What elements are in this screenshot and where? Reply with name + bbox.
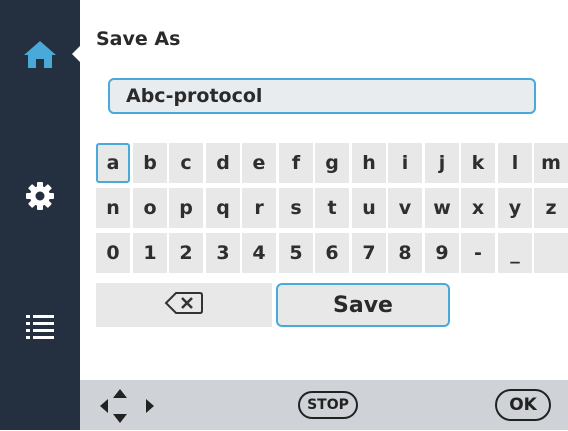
- save-as-panel: Save As Abc-protocol abcdefghijklm nopqrs…: [80, 0, 568, 380]
- stop-button[interactable]: STOP: [298, 391, 358, 419]
- bottom-bar: STOP OK: [80, 380, 568, 430]
- list-icon: [26, 313, 54, 339]
- sidebar-item-list[interactable]: [0, 296, 80, 356]
- key-y[interactable]: y: [498, 188, 532, 228]
- backspace-button[interactable]: [96, 283, 272, 327]
- page-title: Save As: [96, 28, 181, 50]
- filename-field[interactable]: Abc-protocol: [108, 78, 536, 114]
- four-way-arrows-icon[interactable]: [96, 385, 162, 431]
- gear-icon: [25, 181, 55, 211]
- key-h[interactable]: h: [352, 143, 386, 183]
- key-m[interactable]: m: [534, 143, 568, 183]
- key-i[interactable]: i: [388, 143, 422, 183]
- sidebar-item-home[interactable]: [0, 24, 80, 84]
- save-as-screen: Save As Abc-protocol abcdefghijklm nopqrs…: [0, 0, 568, 430]
- key-g[interactable]: g: [315, 143, 349, 183]
- key-x[interactable]: x: [461, 188, 495, 228]
- backspace-icon: [164, 291, 204, 319]
- key-c[interactable]: c: [169, 143, 203, 183]
- active-indicator: [72, 46, 80, 62]
- key-a[interactable]: a: [96, 143, 130, 183]
- home-icon: [22, 38, 58, 70]
- key-4[interactable]: 4: [242, 233, 276, 273]
- key-k[interactable]: k: [461, 143, 495, 183]
- key-u[interactable]: u: [352, 188, 386, 228]
- key-5[interactable]: 5: [279, 233, 313, 273]
- key-0[interactable]: 0: [96, 233, 130, 273]
- key-underscore[interactable]: _: [498, 233, 532, 273]
- key-w[interactable]: w: [425, 188, 459, 228]
- save-button[interactable]: Save: [276, 283, 450, 327]
- key-p[interactable]: p: [169, 188, 203, 228]
- key-r[interactable]: r: [242, 188, 276, 228]
- key-6[interactable]: 6: [315, 233, 349, 273]
- key-9[interactable]: 9: [425, 233, 459, 273]
- key-7[interactable]: 7: [352, 233, 386, 273]
- key-q[interactable]: q: [206, 188, 240, 228]
- key-b[interactable]: b: [133, 143, 167, 183]
- key-s[interactable]: s: [279, 188, 313, 228]
- key-2[interactable]: 2: [169, 233, 203, 273]
- key-3[interactable]: 3: [206, 233, 240, 273]
- key-1[interactable]: 1: [133, 233, 167, 273]
- key-8[interactable]: 8: [388, 233, 422, 273]
- key-hyphen[interactable]: -: [461, 233, 495, 273]
- key-z[interactable]: z: [534, 188, 568, 228]
- key-n[interactable]: n: [96, 188, 130, 228]
- key-t[interactable]: t: [315, 188, 349, 228]
- key-d[interactable]: d: [206, 143, 240, 183]
- key-blank: [534, 233, 568, 273]
- key-e[interactable]: e: [242, 143, 276, 183]
- key-v[interactable]: v: [388, 188, 422, 228]
- key-f[interactable]: f: [279, 143, 313, 183]
- key-l[interactable]: l: [498, 143, 532, 183]
- key-o[interactable]: o: [133, 188, 167, 228]
- sidebar-item-settings[interactable]: [0, 166, 80, 226]
- ok-button[interactable]: OK: [495, 389, 551, 421]
- sidebar: [0, 0, 80, 430]
- key-j[interactable]: j: [425, 143, 459, 183]
